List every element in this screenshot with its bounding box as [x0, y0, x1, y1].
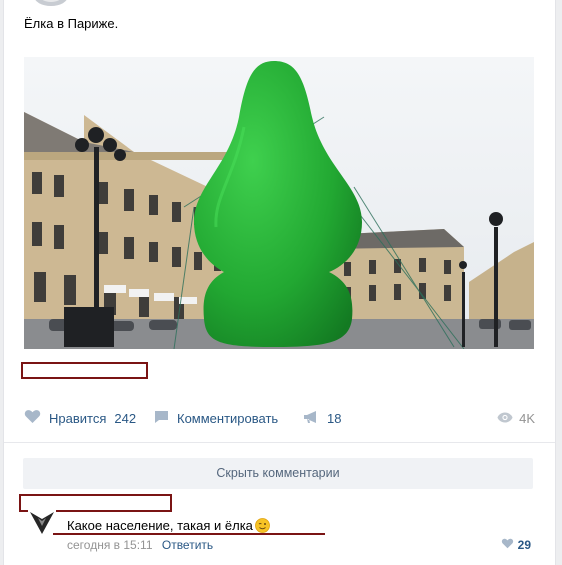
comment-icon	[154, 410, 169, 427]
eye-icon	[497, 411, 513, 426]
post-text: Ёлка в Париже.	[24, 16, 119, 31]
divider	[4, 442, 555, 443]
hide-comments-button[interactable]: Скрыть комментарии	[23, 458, 533, 489]
views-count: 4K	[519, 410, 535, 426]
comment-time[interactable]: сегодня в 15:11	[67, 538, 153, 552]
author-avatar[interactable]	[34, 0, 68, 6]
comment-button[interactable]: Комментировать	[154, 407, 278, 429]
redaction-underline	[53, 533, 325, 535]
comment-body: Какое население, такая и ёлка	[67, 518, 253, 533]
like-button[interactable]: Нравится 242	[24, 407, 136, 429]
wink-emoji-icon	[255, 518, 270, 533]
photo-scene	[24, 57, 534, 349]
comment-text: Какое население, такая и ёлка	[67, 518, 270, 533]
like-count: 242	[114, 410, 137, 426]
comment-like-count: 29	[517, 538, 531, 552]
reply-link[interactable]: Ответить	[162, 538, 213, 552]
comment-like-button[interactable]: 29	[501, 538, 531, 552]
heart-icon	[24, 409, 41, 427]
like-label: Нравится	[49, 410, 107, 426]
share-count: 18	[327, 410, 342, 426]
views-counter: 4K	[497, 407, 535, 429]
heart-icon	[501, 538, 514, 552]
post-card: Ёлка в Париже. Нравится 242 Комментирова…	[3, 0, 556, 565]
post-photo[interactable]	[24, 57, 534, 349]
megaphone-icon	[303, 410, 319, 427]
comment-meta: сегодня в 15:11 Ответить	[67, 538, 213, 552]
redaction-box	[21, 362, 148, 379]
share-button[interactable]: 18	[303, 407, 341, 429]
post-actions: Нравится 242 Комментировать 18 4K	[24, 407, 535, 429]
commenter-avatar[interactable]	[28, 510, 56, 536]
comment-label: Комментировать	[177, 410, 279, 426]
